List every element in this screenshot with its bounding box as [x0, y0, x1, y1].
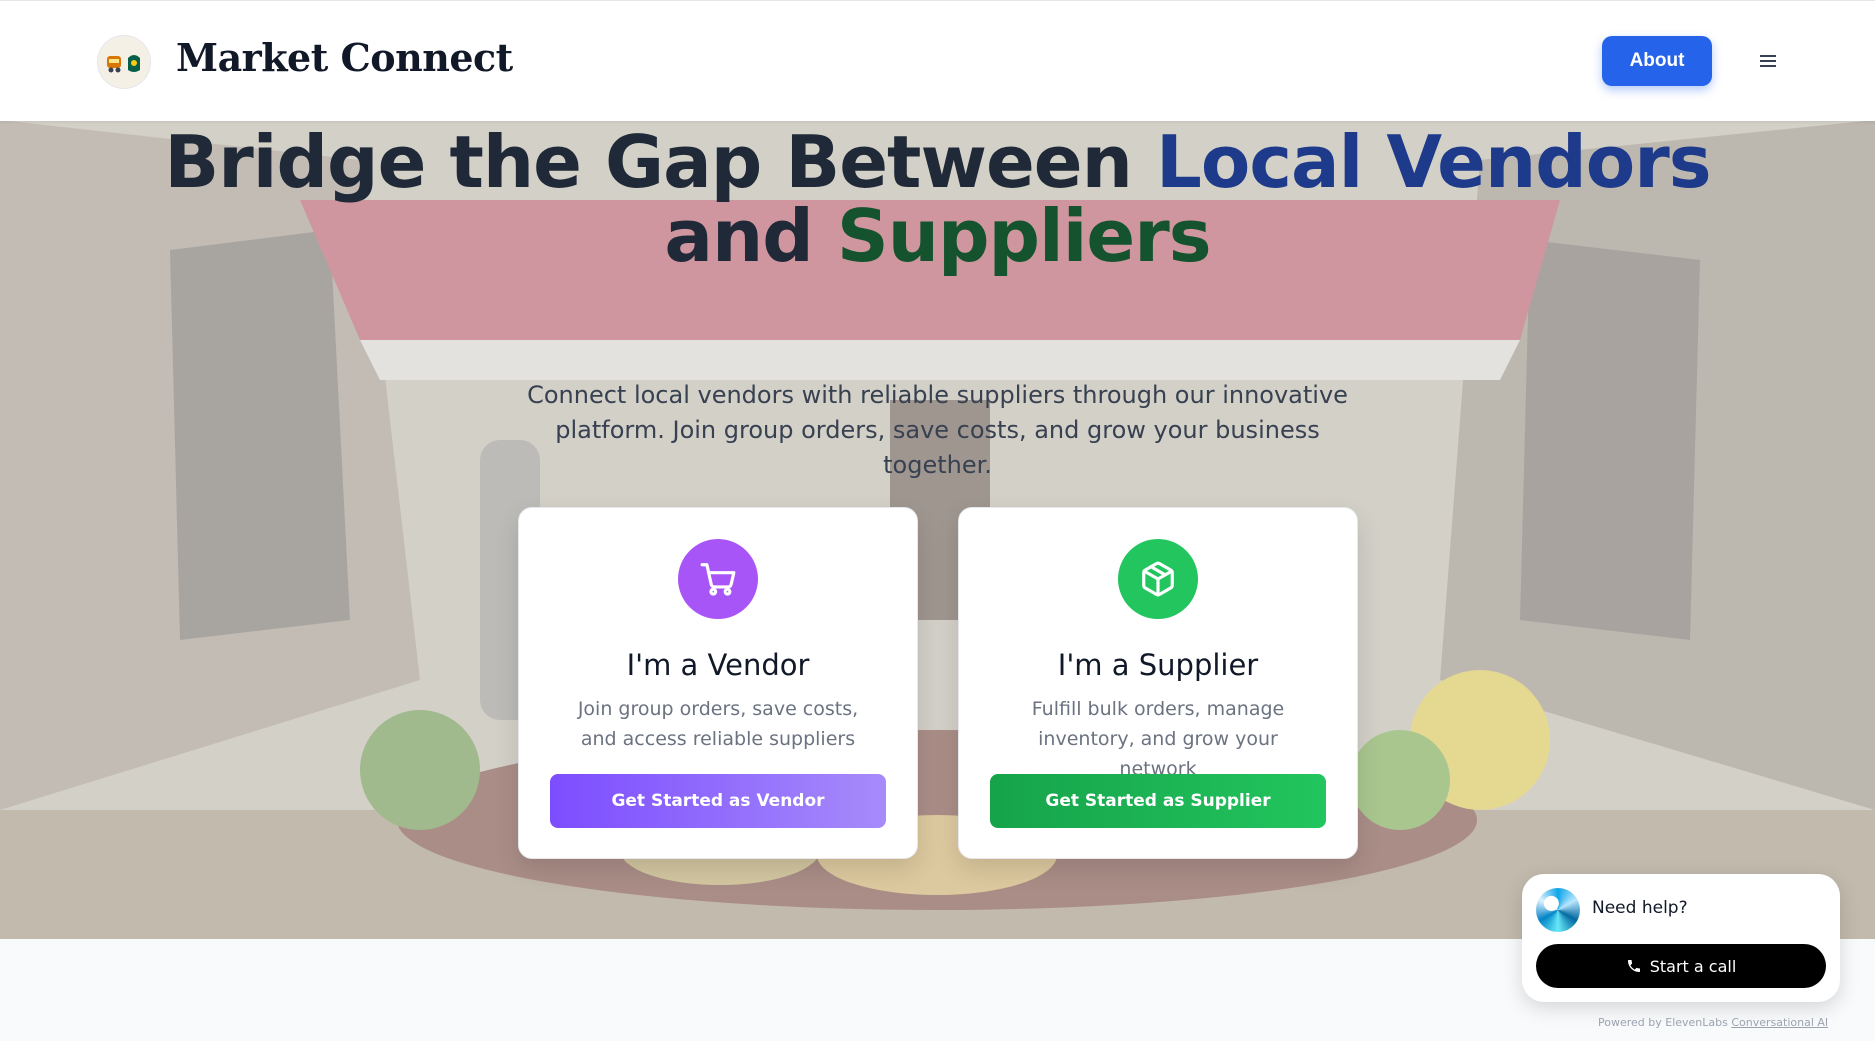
- powered-by-text: Powered by ElevenLabs Conversational AI: [1598, 1016, 1828, 1029]
- about-button[interactable]: About: [1602, 36, 1712, 86]
- start-call-label: Start a call: [1649, 956, 1737, 976]
- market-logo-icon[interactable]: [97, 35, 151, 89]
- start-call-button[interactable]: Start a call: [1536, 944, 1826, 988]
- hero-subtext: Connect local vendors with reliable supp…: [527, 381, 1348, 479]
- supplier-card-description: Fulfill bulk orders, manage inventory, a…: [1031, 698, 1285, 780]
- get-started-vendor-button[interactable]: Get Started as Vendor: [550, 774, 886, 828]
- headline-part2: and: [664, 194, 837, 278]
- vendor-card-description: Join group orders, save costs, and acces…: [577, 698, 859, 750]
- hamburger-menu-icon[interactable]: [1752, 45, 1784, 77]
- help-widget-title: Need help?: [1592, 898, 1688, 918]
- shopping-cart-icon: [678, 539, 758, 619]
- headline-highlight-vendors: Local Vendors: [1155, 120, 1712, 204]
- hero-section: Bridge the Gap Between Local Vendors and…: [0, 120, 1875, 939]
- headline-part1: Bridge the Gap Between: [164, 120, 1156, 204]
- phone-icon: [1627, 960, 1640, 972]
- assistant-orb-icon: [1536, 888, 1580, 932]
- package-icon: [1118, 539, 1198, 619]
- get-started-supplier-button[interactable]: Get Started as Supplier: [990, 774, 1326, 828]
- hero-headline: Bridge the Gap Between Local Vendors and…: [0, 125, 1875, 273]
- powered-by-prefix: Powered by ElevenLabs: [1598, 1016, 1732, 1029]
- vendor-card: I'm a Vendor Join group orders, save cos…: [518, 507, 918, 859]
- brand-title[interactable]: Market Connect: [176, 35, 513, 80]
- headline-highlight-suppliers: Suppliers: [836, 194, 1212, 278]
- conversational-ai-link[interactable]: Conversational AI: [1731, 1016, 1828, 1029]
- supplier-card: I'm a Supplier Fulfill bulk orders, mana…: [958, 507, 1358, 859]
- help-widget: Need help? Start a call: [1522, 874, 1840, 1002]
- navbar: Market Connect About: [0, 0, 1875, 121]
- supplier-card-title: I'm a Supplier: [1057, 648, 1259, 682]
- vendor-card-title: I'm a Vendor: [626, 648, 810, 682]
